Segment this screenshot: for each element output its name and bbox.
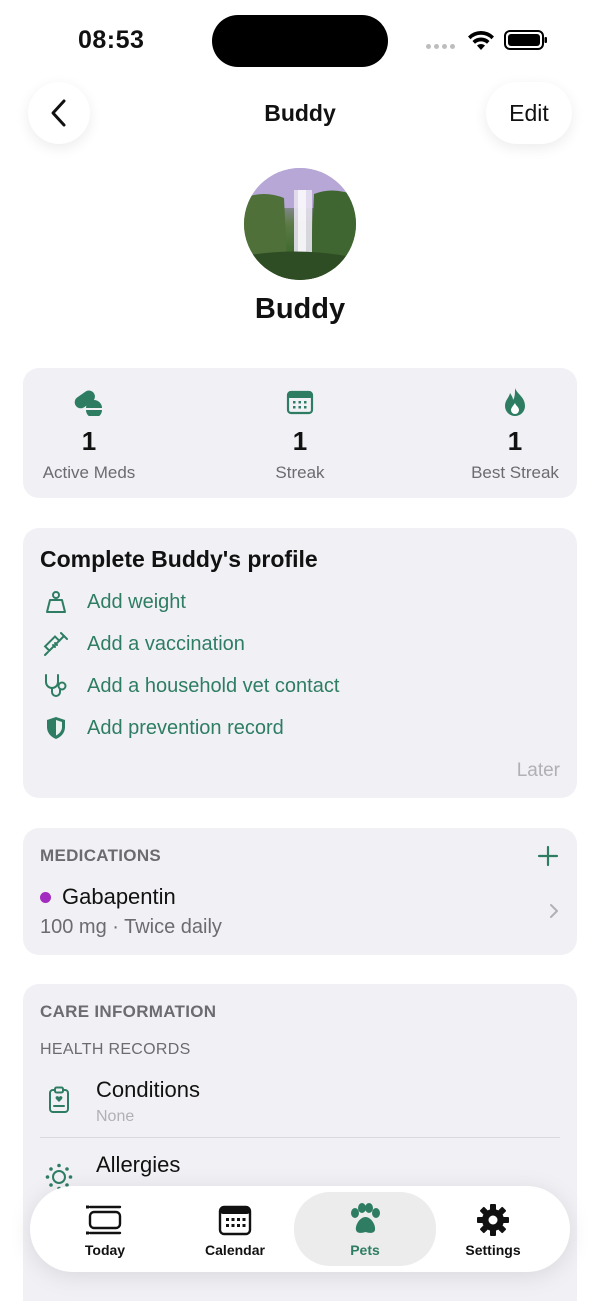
stat-active-meds: 1 Active Meds — [9, 386, 169, 483]
pet-name: Buddy — [254, 293, 346, 325]
stat-best-streak: 1 Best Streak — [435, 386, 595, 483]
care-section-label: CARE INFORMATION — [40, 1002, 217, 1021]
edit-button[interactable]: Edit — [486, 82, 572, 144]
signal-icon — [426, 44, 455, 49]
divider — [40, 1137, 560, 1138]
allergies-title: Allergies — [96, 1152, 181, 1177]
waterfall-photo — [244, 168, 356, 280]
shield-icon — [40, 716, 72, 740]
tab-today[interactable]: Today — [40, 1186, 170, 1272]
stat-value: 1 — [81, 426, 97, 456]
chevron-right-icon — [550, 904, 558, 918]
medications-section-label: MEDICATIONS — [40, 846, 162, 865]
tab-label: Calendar — [205, 1242, 265, 1258]
pill-icon — [9, 386, 169, 418]
stats-card: 1 Active Meds 1 Streak 1 Best Streak — [23, 368, 577, 498]
stethoscope-icon — [40, 673, 72, 699]
stat-value: 1 — [507, 426, 523, 456]
tab-label: Settings — [465, 1242, 521, 1258]
medication-detail: 100 mg · Twice daily — [40, 916, 222, 938]
status-bar: 08:53 — [0, 0, 600, 80]
gear-icon — [428, 1200, 558, 1240]
tab-bar: Today Calendar Pets Settings — [30, 1186, 570, 1272]
add-weight-item[interactable]: Add weight — [40, 586, 186, 618]
dynamic-island — [212, 15, 388, 67]
stack-icon — [40, 1200, 170, 1240]
wifi-icon — [468, 30, 494, 50]
task-label: Add a vaccination — [87, 632, 245, 655]
add-medication-button[interactable] — [536, 844, 560, 868]
calendar-icon — [220, 386, 380, 418]
task-label: Add a household vet contact — [87, 674, 340, 697]
medications-card: MEDICATIONS Gabapentin 100 mg · Twice da… — [23, 828, 577, 955]
add-vet-contact-item[interactable]: Add a household vet contact — [40, 670, 339, 702]
task-label: Add weight — [87, 590, 186, 613]
task-label: Add prevention record — [87, 716, 284, 739]
status-time: 08:53 — [78, 26, 145, 54]
later-button[interactable]: Later — [517, 760, 560, 782]
syringe-icon — [40, 631, 72, 657]
tab-calendar[interactable]: Calendar — [170, 1186, 300, 1272]
stat-streak: 1 Streak — [220, 386, 380, 483]
tab-settings[interactable]: Settings — [428, 1186, 558, 1272]
tab-pets[interactable]: Pets — [294, 1192, 436, 1266]
stat-value: 1 — [292, 426, 308, 456]
pet-avatar[interactable] — [244, 168, 356, 280]
stat-label: Active Meds — [42, 463, 136, 482]
conditions-value: None — [96, 1108, 135, 1125]
profile-card-title: Complete Buddy's profile — [40, 546, 318, 572]
paw-icon — [294, 1200, 436, 1240]
battery-icon — [504, 30, 547, 50]
tab-label: Pets — [350, 1242, 380, 1258]
weight-icon — [40, 590, 72, 614]
medication-color-dot — [40, 892, 51, 903]
flame-icon — [435, 386, 595, 418]
health-records-label: HEALTH RECORDS — [40, 1041, 191, 1058]
stat-label: Streak — [275, 463, 325, 482]
clipboard-icon — [43, 1086, 75, 1114]
conditions-title: Conditions — [96, 1077, 200, 1102]
calendar-icon — [170, 1200, 300, 1240]
complete-profile-card: Complete Buddy's profile Add weight Add … — [23, 528, 577, 798]
stat-label: Best Streak — [471, 463, 559, 482]
add-prevention-item[interactable]: Add prevention record — [40, 712, 284, 744]
nav-header: Buddy Edit — [0, 82, 600, 146]
medication-name: Gabapentin — [62, 884, 176, 909]
tab-label: Today — [84, 1242, 126, 1258]
add-vaccination-item[interactable]: Add a vaccination — [40, 628, 245, 660]
